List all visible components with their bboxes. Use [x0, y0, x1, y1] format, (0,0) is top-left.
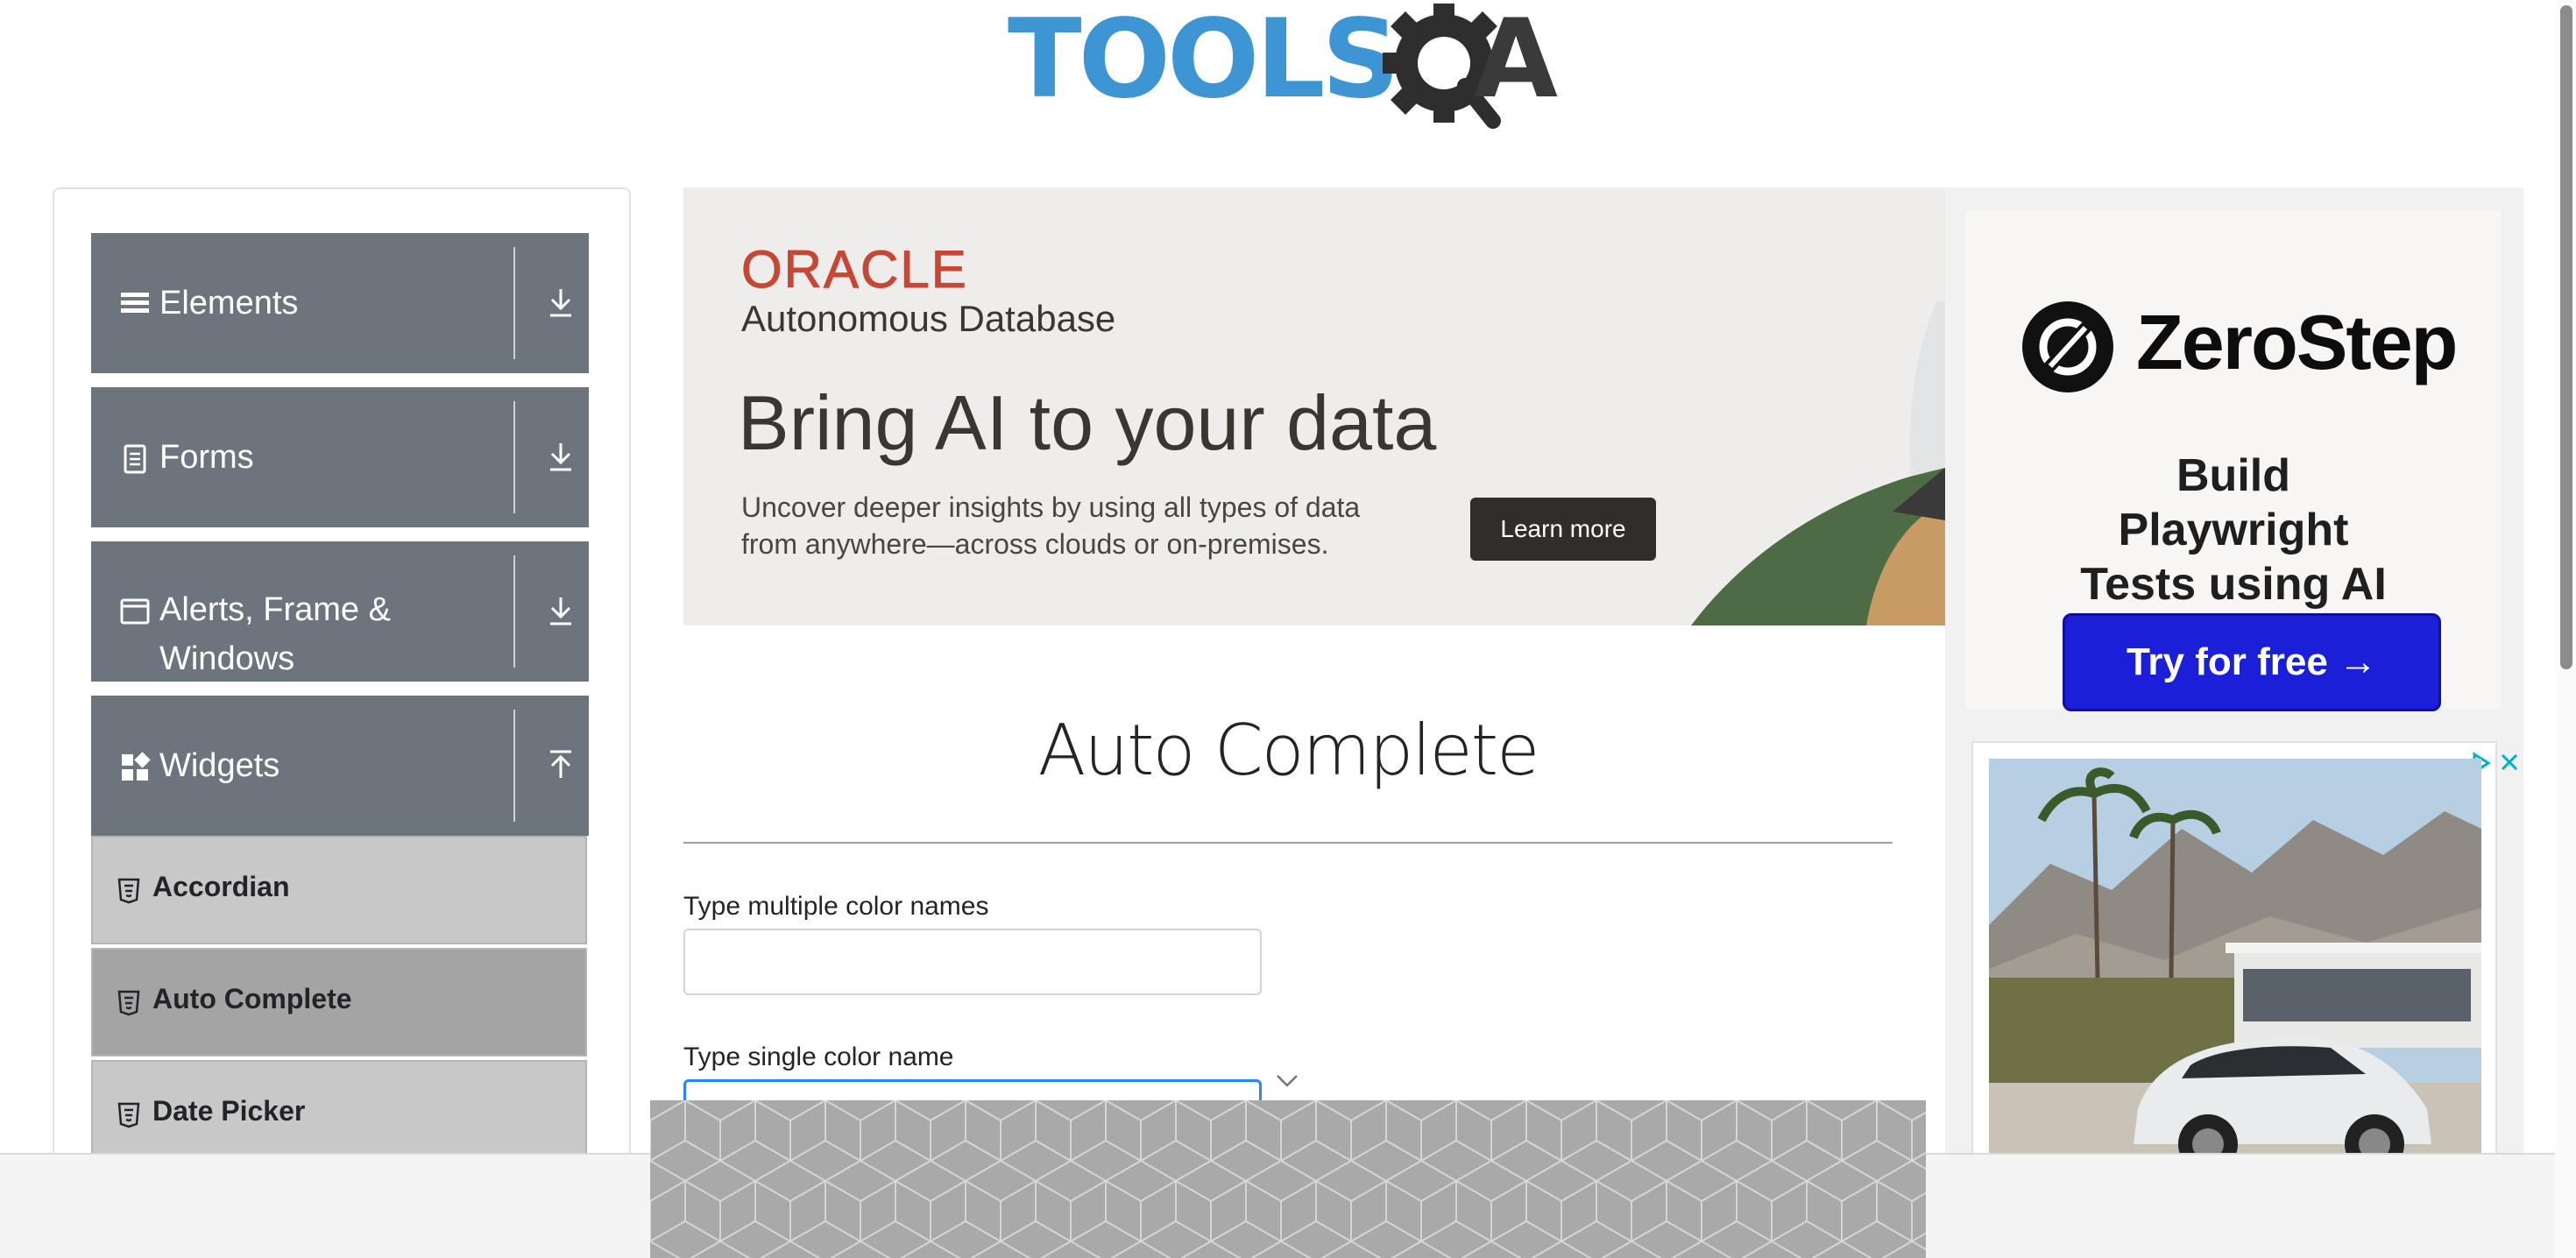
try-for-free-button[interactable]: Try for free →: [2063, 613, 2441, 711]
sidebar-group-label: Widgets: [159, 747, 280, 784]
chevron-down-icon[interactable]: [1274, 1072, 1300, 1090]
zerostep-brand: ZeroStep: [2136, 299, 2458, 385]
html5-icon: [117, 990, 140, 1016]
oracle-body-text: Uncover deeper insights by using all typ…: [741, 491, 1361, 560]
sidebar-item-accordian[interactable]: Accordian: [91, 836, 587, 944]
toolsqa-logo[interactable]: TOOLS A: [1008, 0, 1577, 131]
oracle-logo: ORACLE: [741, 240, 968, 299]
multiple-color-label: Type multiple color names: [683, 892, 989, 921]
download-arrow-icon[interactable]: [543, 592, 578, 631]
hamburger-icon: [121, 293, 149, 313]
multiple-color-input[interactable]: [683, 929, 1262, 995]
sidebar: Elements Forms Alerts, Frame & Windows W…: [53, 187, 631, 1258]
window-icon: [120, 598, 150, 625]
divider: [513, 401, 515, 513]
logo-text: TOOLS: [1008, 0, 1400, 123]
single-color-label: Type single color name: [683, 1042, 954, 1071]
document-icon: [124, 444, 146, 474]
page-title: Auto Complete: [1037, 710, 1540, 791]
oracle-product: Autonomous Database: [741, 298, 1116, 339]
sidebar-group-label: Elements: [159, 285, 299, 322]
sidebar-group-label: Alerts, Frame & Windows: [159, 591, 391, 677]
zerostep-logo-icon: [2022, 301, 2113, 392]
oracle-decorative-art: [1691, 301, 1945, 625]
sidebar-item-auto-complete[interactable]: Auto Complete: [91, 948, 587, 1057]
page: TOOLS A Elements Forms Alerts, Frame & W…: [0, 0, 2576, 1258]
sidebar-group-label: Forms: [159, 439, 254, 476]
oracle-headline: Bring AI to your data: [738, 379, 1437, 466]
divider: [513, 247, 515, 359]
learn-more-button[interactable]: Learn more: [1470, 498, 1656, 561]
sidebar-item-label: Auto Complete: [152, 983, 352, 1014]
html5-icon: [117, 878, 140, 904]
download-arrow-icon[interactable]: [543, 284, 578, 322]
download-arrow-icon[interactable]: [543, 438, 578, 477]
close-icon[interactable]: [2497, 750, 2522, 774]
divider: [513, 555, 515, 668]
sidebar-group-forms[interactable]: Forms: [91, 387, 589, 527]
scrollbar-thumb[interactable]: [2560, 5, 2572, 669]
sidebar-item-label: Date Picker: [152, 1095, 306, 1127]
widgets-icon: [122, 752, 151, 781]
zerostep-tagline: Build Playwright Tests using AI: [2080, 450, 2387, 610]
html5-icon: [117, 1102, 140, 1128]
oracle-banner-ad[interactable]: ORACLE Autonomous Database Bring AI to y…: [683, 187, 1945, 625]
upload-arrow-icon[interactable]: [543, 746, 578, 785]
bottom-overlay-ad[interactable]: [650, 1100, 1926, 1258]
right-ad-column: ZeroStep Build Playwright Tests using AI…: [1945, 187, 2523, 1258]
title-divider: [683, 842, 1893, 844]
sidebar-group-elements[interactable]: Elements: [91, 233, 589, 373]
logo-a-letter: A: [1474, 0, 1558, 123]
sidebar-item-label: Accordian: [152, 871, 290, 902]
divider: [513, 710, 515, 822]
sidebar-group-widgets[interactable]: Widgets: [91, 696, 589, 836]
zerostep-ad[interactable]: ZeroStep Build Playwright Tests using AI…: [1966, 210, 2501, 711]
sidebar-group-alerts-frame-windows[interactable]: Alerts, Frame & Windows: [91, 541, 589, 682]
